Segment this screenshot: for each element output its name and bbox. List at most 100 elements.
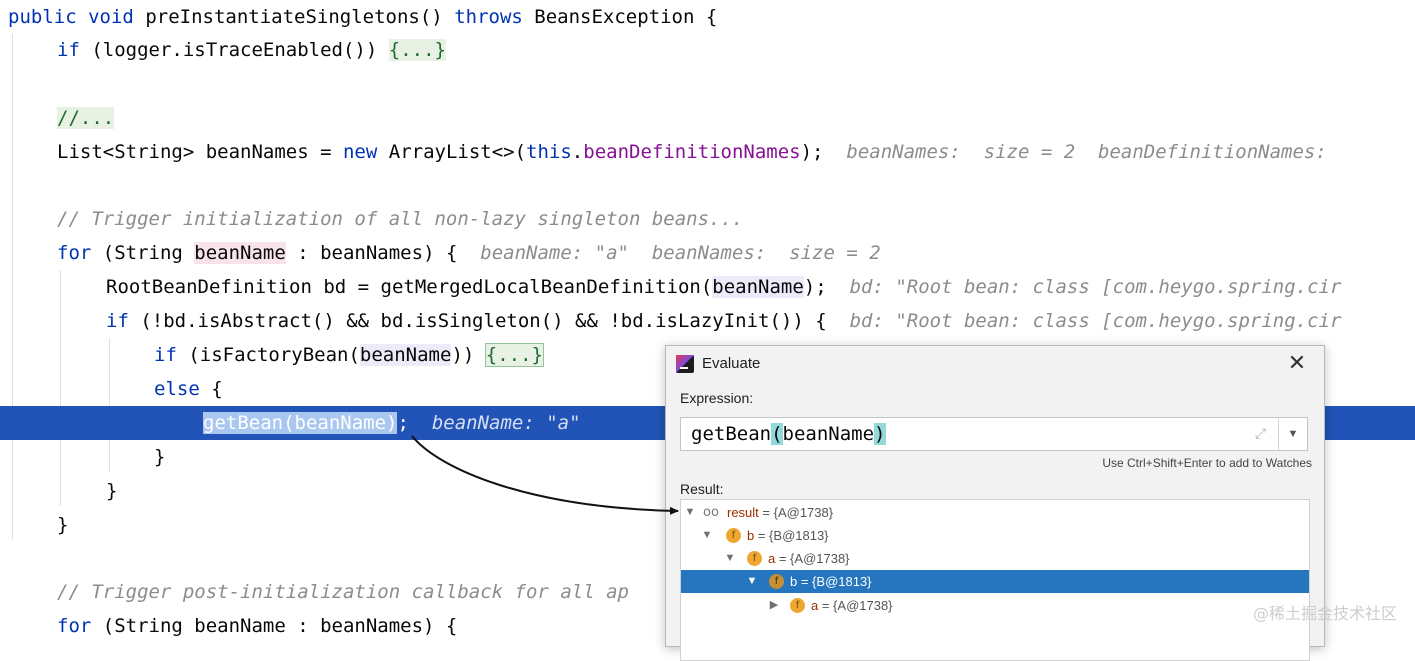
keyword: if bbox=[57, 39, 80, 61]
code-text: () bbox=[419, 6, 455, 28]
keyword: for bbox=[57, 615, 92, 637]
debug-inlay-value: bd: "Root bean: class [com.heygo.spring.… bbox=[849, 276, 1342, 298]
expression-label: Expression: bbox=[680, 390, 754, 406]
code-text: RootBeanDefinition bd = getMergedLocalBe… bbox=[106, 276, 713, 298]
tree-node-field-selected[interactable]: ▼ f b = {B@1813} bbox=[681, 570, 1309, 593]
keyword: new bbox=[342, 141, 378, 163]
expression-argument: beanName bbox=[782, 423, 875, 445]
result-label: Result: bbox=[680, 481, 724, 497]
expand-editor-icon[interactable]: ⤢ bbox=[1255, 425, 1271, 441]
code-line-for-loop[interactable]: for (String beanName : beanNames) { bean… bbox=[57, 236, 1415, 270]
collapse-triangle-icon[interactable]: ▶ bbox=[767, 594, 781, 617]
evaluate-dialog[interactable]: Evaluate ✕ Expression: getBean(beanName)… bbox=[665, 345, 1325, 661]
selected-expression[interactable]: getBean(beanName) bbox=[203, 412, 398, 434]
expand-triangle-icon[interactable]: ▼ bbox=[700, 524, 714, 547]
code-text: ); bbox=[803, 276, 827, 298]
code-line-folded-comment[interactable]: //... bbox=[57, 101, 1415, 135]
folded-block[interactable]: {...} bbox=[388, 39, 446, 61]
debug-inlay-value: beanName: "a" bbox=[431, 412, 581, 434]
expand-triangle-icon[interactable]: ▼ bbox=[723, 547, 737, 570]
expression-text[interactable]: getBean(beanName) bbox=[691, 418, 886, 450]
keyword: void bbox=[88, 6, 134, 28]
folded-comment[interactable]: //... bbox=[57, 107, 115, 129]
code-text: } bbox=[154, 446, 166, 468]
keyword: if bbox=[106, 310, 129, 332]
code-text: ); bbox=[800, 141, 824, 163]
variable-highlight: beanName bbox=[712, 276, 804, 298]
code-text: (!bd.isAbstract() && bd.isSingleton() &&… bbox=[128, 310, 827, 332]
watch-glasses-icon: oo bbox=[703, 505, 719, 520]
keyword: this bbox=[526, 141, 572, 163]
keyword: if bbox=[154, 344, 177, 366]
code-line-trace-check[interactable]: if (logger.isTraceEnabled()) {...} bbox=[57, 33, 1415, 67]
keyword: else bbox=[154, 378, 200, 400]
field-name: beanDefinitionNames bbox=[583, 141, 801, 163]
code-line-singleton-check[interactable]: if (!bd.isAbstract() && bd.isSingleton()… bbox=[106, 304, 1415, 338]
code-text: (String beanName : beanNames) { bbox=[91, 615, 458, 637]
expand-triangle-icon[interactable]: ▼ bbox=[745, 570, 759, 593]
code-text: (String bbox=[91, 242, 195, 264]
matched-paren: ( bbox=[771, 423, 783, 445]
code-text: ArrayList<>( bbox=[377, 141, 527, 163]
debug-inlay-value: beanNames: size = 2 beanDefinitionNames: bbox=[846, 141, 1339, 163]
keyword: throws bbox=[454, 6, 523, 28]
expand-triangle-icon[interactable]: ▼ bbox=[683, 501, 697, 524]
code-text: ; bbox=[397, 412, 409, 434]
code-line-method-signature[interactable]: public void preInstantiateSingletons() t… bbox=[8, 0, 1415, 34]
dialog-title: Evaluate bbox=[702, 355, 761, 372]
code-text: )) bbox=[451, 344, 486, 366]
code-text: : beanNames) { bbox=[285, 242, 458, 264]
code-text: } bbox=[106, 480, 118, 502]
code-text: (logger.isTraceEnabled()) bbox=[79, 39, 389, 61]
tree-node-label: a = {A@1738} bbox=[811, 594, 893, 617]
field-badge-icon: f bbox=[790, 598, 805, 613]
tree-node-label: a = {A@1738} bbox=[768, 547, 850, 570]
code-comment: // Trigger post-initialization callback … bbox=[57, 581, 629, 603]
code-text: List<String> beanNames = bbox=[57, 141, 343, 163]
code-text: . bbox=[571, 141, 584, 163]
code-text: (isFactoryBean( bbox=[176, 344, 360, 366]
field-badge-icon: f bbox=[747, 551, 762, 566]
history-dropdown-button[interactable]: ▼ bbox=[1279, 418, 1307, 450]
code-text: BeansException { bbox=[522, 6, 718, 28]
indent-guide bbox=[109, 338, 110, 472]
folded-block[interactable]: {...} bbox=[484, 343, 544, 367]
expression-function: getBean bbox=[691, 423, 772, 445]
tree-node-value: = {A@1738} bbox=[775, 551, 850, 566]
indent-guide bbox=[12, 34, 13, 540]
tree-node-field[interactable]: ▶ f a = {A@1738} bbox=[681, 594, 1309, 617]
dialog-title-bar[interactable]: Evaluate ✕ bbox=[666, 346, 1324, 382]
code-line-bean-names[interactable]: List<String> beanNames = new ArrayList<>… bbox=[57, 135, 1415, 169]
keyword: public bbox=[8, 6, 77, 28]
tree-node-label: b = {B@1813} bbox=[747, 524, 829, 547]
tree-node-name: result bbox=[727, 505, 759, 520]
tree-node-field[interactable]: ▼ f b = {B@1813} bbox=[681, 524, 1309, 547]
watermark: @稀土掘金技术社区 bbox=[1252, 604, 1397, 623]
result-tree[interactable]: ▼ oo result = {A@1738} ▼ f b = {B@1813} … bbox=[680, 499, 1310, 661]
watches-hint: Use Ctrl+Shift+Enter to add to Watches bbox=[1102, 456, 1312, 470]
tree-node-label: result = {A@1738} bbox=[727, 501, 833, 524]
tree-node-value: = {B@1813} bbox=[797, 574, 872, 589]
tree-node-value: = {B@1813} bbox=[754, 528, 829, 543]
field-badge-icon: f bbox=[769, 574, 784, 589]
code-text: } bbox=[57, 514, 69, 536]
matched-paren: ) bbox=[874, 423, 886, 445]
close-button[interactable]: ✕ bbox=[1284, 350, 1310, 376]
variable-highlight: beanName bbox=[194, 242, 286, 264]
keyword: for bbox=[57, 242, 92, 264]
tree-node-result[interactable]: ▼ oo result = {A@1738} bbox=[681, 501, 1309, 524]
tree-node-value: = {A@1738} bbox=[818, 598, 893, 613]
debug-inlay-value: beanName: "a" beanNames: size = 2 bbox=[480, 242, 881, 264]
tree-node-value: = {A@1738} bbox=[758, 505, 834, 520]
debug-inlay-value: bd: "Root bean: class [com.heygo.spring.… bbox=[849, 310, 1342, 332]
method-name: preInstantiateSingletons bbox=[145, 6, 420, 28]
tree-node-label: b = {B@1813} bbox=[790, 570, 872, 593]
variable-highlight: beanName bbox=[359, 344, 452, 366]
tree-node-field[interactable]: ▼ f a = {A@1738} bbox=[681, 547, 1309, 570]
code-comment: // Trigger initialization of all non-laz… bbox=[57, 208, 744, 230]
expression-input[interactable]: getBean(beanName) ⤢ ▼ bbox=[680, 417, 1308, 451]
field-badge-icon: f bbox=[726, 528, 741, 543]
code-line-comment[interactable]: // Trigger initialization of all non-laz… bbox=[57, 202, 1415, 236]
code-line-merged-definition[interactable]: RootBeanDefinition bd = getMergedLocalBe… bbox=[106, 270, 1415, 304]
code-text: { bbox=[199, 378, 223, 400]
